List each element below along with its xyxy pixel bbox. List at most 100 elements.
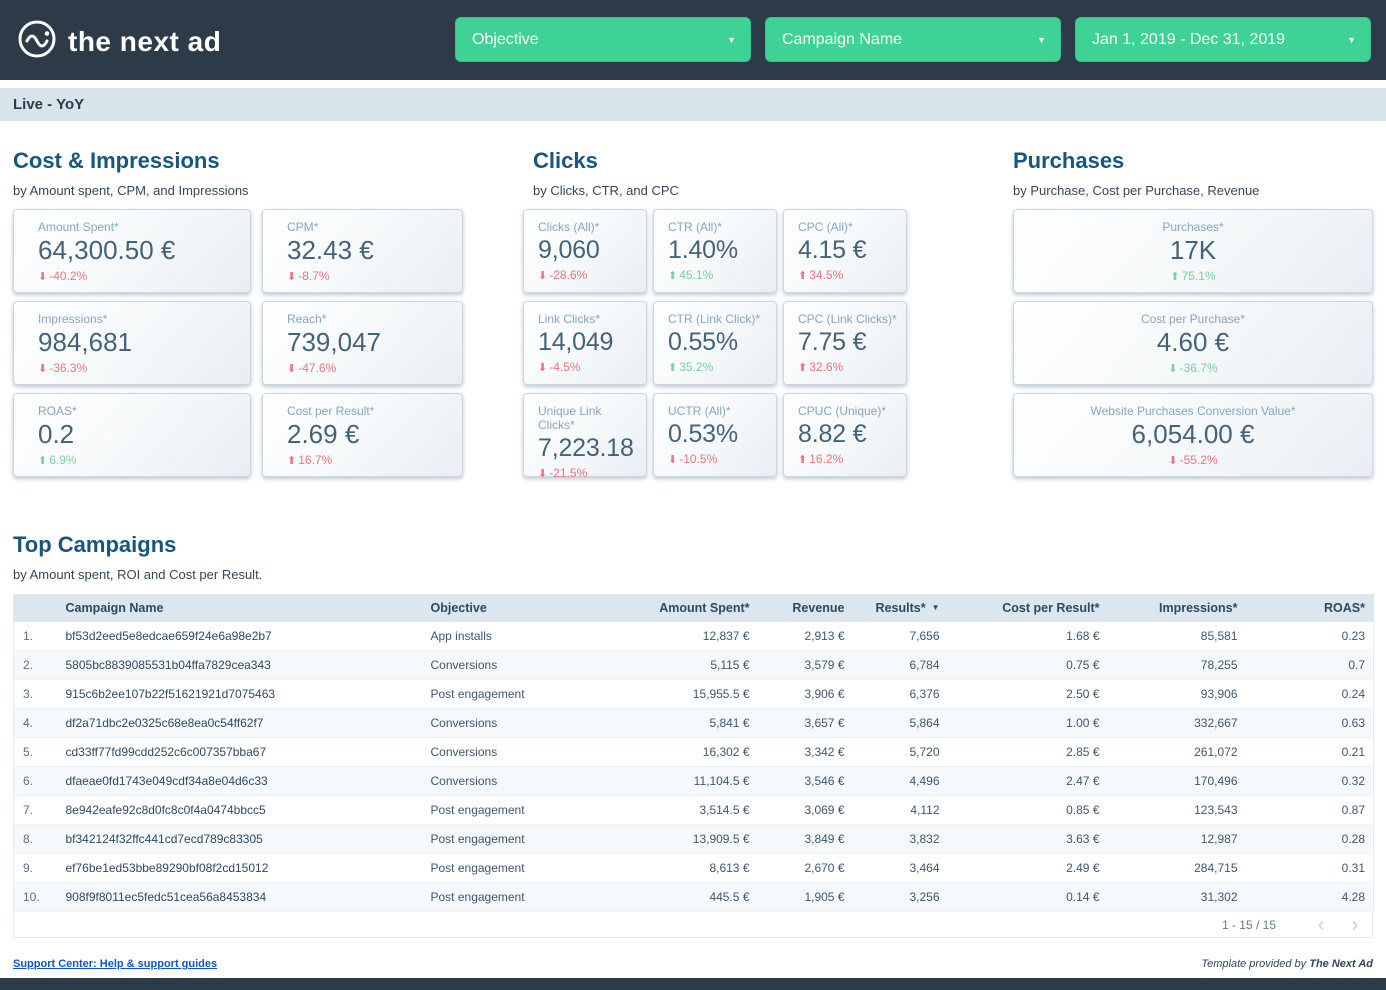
scorecard-grid: Clicks (All)* 9,060 -28.6% CTR (All)* 1.…: [523, 209, 907, 477]
cell-campaign-name: bf342124f32ffc441cd7ecd789c83305: [64, 825, 418, 854]
cell-amount-spent: 5,115 €: [563, 651, 758, 680]
trend-arrow-icon: [287, 269, 298, 283]
section-purchases: Purchases by Purchase, Cost per Purchase…: [1013, 148, 1373, 477]
scorecard-cpm: CPM* 32.43 € -8.7%: [262, 209, 463, 293]
trend-arrow-icon: [287, 453, 298, 467]
cell-impressions: 31,302: [1108, 883, 1246, 912]
table-pagination: 1 - 15 / 15 ‹ ›: [13, 912, 1373, 938]
metric-label: Website Purchases Conversion Value*: [1024, 404, 1362, 418]
metric-label: UCTR (All)*: [668, 404, 770, 418]
table-row: 4. df2a71dbc2e0325c68e8ea0c54ff62f7 Conv…: [14, 709, 1374, 738]
cell-amount-spent: 3,514.5 €: [563, 796, 758, 825]
metric-delta: -21.5%: [538, 466, 640, 480]
cell-cost-per-result: 0.75 €: [948, 651, 1108, 680]
section-subtitle: by Purchase, Cost per Purchase, Revenue: [1013, 183, 1373, 198]
cell-impressions: 284,715: [1108, 854, 1246, 883]
scorecard-clicks-all: Clicks (All)* 9,060 -28.6%: [523, 209, 647, 293]
template-credit-brand: The Next Ad: [1309, 958, 1373, 970]
cell-rank: 5.: [14, 738, 64, 767]
metric-delta: -28.6%: [538, 268, 640, 282]
cell-campaign-name: bf53d2eed5e8edcae659f24e6a98e2b7: [64, 622, 418, 651]
column-header-roas[interactable]: ROAS*: [1246, 595, 1374, 622]
cell-amount-spent: 15,955.5 €: [563, 680, 758, 709]
cell-roas: 0.87: [1246, 796, 1374, 825]
metric-value: 0.2: [38, 419, 240, 450]
cell-impressions: 332,667: [1108, 709, 1246, 738]
cell-results: 3,832: [853, 825, 948, 854]
cell-objective: Conversions: [418, 767, 563, 796]
metric-label: Cost per Result*: [287, 404, 452, 418]
metric-value: 9,060: [538, 235, 640, 265]
next-page-button[interactable]: ›: [1338, 913, 1372, 937]
column-header-results[interactable]: Results*▼: [853, 595, 948, 622]
cell-amount-spent: 8,613 €: [563, 854, 758, 883]
cell-revenue: 3,069 €: [758, 796, 853, 825]
dropdown-label: Jan 1, 2019 - Dec 31, 2019: [1092, 31, 1285, 49]
campaign-name-filter-dropdown[interactable]: Campaign Name ▼: [765, 17, 1061, 62]
cell-cost-per-result: 1.68 €: [948, 622, 1108, 651]
sort-desc-icon: ▼: [932, 603, 940, 612]
metric-label: Link Clicks*: [538, 312, 640, 326]
date-range-dropdown[interactable]: Jan 1, 2019 - Dec 31, 2019 ▼: [1075, 17, 1371, 62]
cell-rank: 9.: [14, 854, 64, 883]
scorecard-reach: Reach* 739,047 -47.6%: [262, 301, 463, 385]
cell-roas: 0.63: [1246, 709, 1374, 738]
table-header-row: Campaign Name Objective Amount Spent* Re…: [14, 595, 1374, 622]
prev-page-button[interactable]: ‹: [1304, 913, 1338, 937]
chevron-down-icon: ▼: [1037, 35, 1046, 45]
cell-rank: 1.: [14, 622, 64, 651]
cell-objective: Post engagement: [418, 883, 563, 912]
trend-arrow-icon: [287, 361, 298, 375]
scorecard-cpuc-unique: CPUC (Unique)* 8.82 € 16.2%: [783, 393, 907, 477]
cell-results: 7,656: [853, 622, 948, 651]
table-row: 2. 5805bc8839085531b04ffa7829cea343 Conv…: [14, 651, 1374, 680]
logo-text: the next ad: [68, 26, 221, 58]
trend-arrow-icon: [668, 360, 679, 374]
trend-arrow-icon: [1168, 453, 1179, 467]
scorecard-uctr-all: UCTR (All)* 0.53% -10.5%: [653, 393, 777, 477]
scorecard-purchases: Purchases* 17K 75.1%: [1013, 209, 1373, 293]
section-cost-impressions: Cost & Impressions by Amount spent, CPM,…: [13, 148, 463, 477]
cell-amount-spent: 12,837 €: [563, 622, 758, 651]
cell-campaign-name: cd33ff77fd99cdd252c6c007357bba67: [64, 738, 418, 767]
cell-objective: Conversions: [418, 738, 563, 767]
trend-arrow-icon: [38, 361, 49, 375]
cell-campaign-name: 915c6b2ee107b22f51621921d7075463: [64, 680, 418, 709]
metric-label: Clicks (All)*: [538, 220, 640, 234]
scorecard-cost-per-result: Cost per Result* 2.69 € 16.7%: [262, 393, 463, 477]
top-bar: the next ad Objective ▼ Campaign Name ▼ …: [0, 0, 1386, 80]
metric-value: 14,049: [538, 327, 640, 357]
delta-value: 32.6%: [809, 360, 843, 374]
section-top-campaigns: Top Campaigns by Amount spent, ROI and C…: [13, 532, 1373, 938]
metric-delta: 16.7%: [287, 453, 452, 467]
cell-impressions: 12,987: [1108, 825, 1246, 854]
cell-campaign-name: 908f9f8011ec5fedc51cea56a8453834: [64, 883, 418, 912]
cell-amount-spent: 5,841 €: [563, 709, 758, 738]
scorecard-unique-link-clicks: Unique Link Clicks* 7,223.18 -21.5%: [523, 393, 647, 477]
table-row: 9. ef76be1ed53bbe89290bf08f2cd15012 Post…: [14, 854, 1374, 883]
delta-value: 34.5%: [809, 268, 843, 282]
column-header-rank: [14, 595, 64, 622]
cell-roas: 0.21: [1246, 738, 1374, 767]
delta-value: 16.2%: [809, 452, 843, 466]
trend-arrow-icon: [538, 268, 549, 282]
column-header-cost-per-result[interactable]: Cost per Result*: [948, 595, 1108, 622]
metric-delta: 75.1%: [1024, 269, 1362, 283]
cell-campaign-name: dfaeae0fd1743e049cdf34a8e04d6c33: [64, 767, 418, 796]
objective-filter-dropdown[interactable]: Objective ▼: [455, 17, 751, 62]
column-header-objective[interactable]: Objective: [418, 595, 563, 622]
cell-cost-per-result: 2.50 €: [948, 680, 1108, 709]
cell-campaign-name: ef76be1ed53bbe89290bf08f2cd15012: [64, 854, 418, 883]
metric-value: 2.69 €: [287, 419, 452, 450]
cell-impressions: 85,581: [1108, 622, 1246, 651]
column-header-amount-spent[interactable]: Amount Spent*: [563, 595, 758, 622]
column-header-revenue[interactable]: Revenue: [758, 595, 853, 622]
support-center-link[interactable]: Support Center: Help & support guides: [13, 958, 217, 970]
cell-impressions: 93,906: [1108, 680, 1246, 709]
column-header-impressions[interactable]: Impressions*: [1108, 595, 1246, 622]
metric-label: CPC (Link Clicks)*: [798, 312, 900, 326]
section-subtitle: by Clicks, CTR, and CPC: [533, 183, 907, 198]
cell-revenue: 2,670 €: [758, 854, 853, 883]
column-header-campaign-name[interactable]: Campaign Name: [64, 595, 418, 622]
cell-amount-spent: 16,302 €: [563, 738, 758, 767]
